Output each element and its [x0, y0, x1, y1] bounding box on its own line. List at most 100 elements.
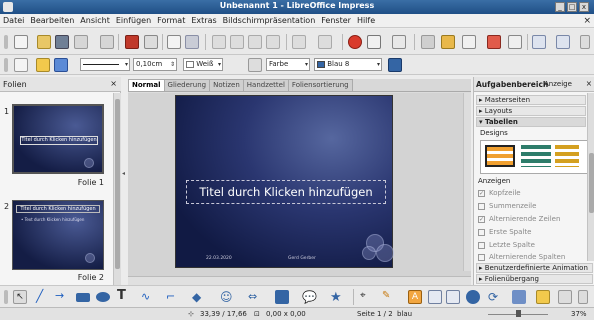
checkbox[interactable] [478, 254, 485, 261]
toolbar-overflow-icon[interactable] [580, 35, 590, 49]
slide-thumbnail-2[interactable]: Titel durch Klicken hinzufügen • Text du… [12, 200, 104, 270]
table-icon[interactable] [367, 35, 381, 49]
menu-bearbeiten[interactable]: Bearbeiten [27, 14, 77, 27]
rotate-icon[interactable]: ⟳ [488, 290, 502, 304]
minimize-button[interactable]: _ [555, 2, 565, 12]
rectangle-icon[interactable] [76, 293, 90, 302]
menu-hilfe[interactable]: Hilfe [354, 14, 378, 27]
scrollbar-thumb[interactable] [115, 99, 120, 269]
toolbar-overflow-icon[interactable] [578, 290, 588, 304]
close-pane-icon[interactable]: × [586, 79, 592, 88]
menu-datei[interactable]: Datei [0, 14, 27, 27]
image-icon[interactable] [392, 35, 406, 49]
grid-icon[interactable] [421, 35, 435, 49]
display-grid-icon[interactable] [508, 35, 522, 49]
chart-icon[interactable] [348, 35, 362, 49]
task-pane-view-menu[interactable]: Anzeige [544, 80, 572, 88]
block-arrows-icon[interactable]: ⇔ [248, 290, 262, 304]
option-summenzeile[interactable]: Summenzeile [478, 202, 590, 212]
shadow-tool-icon[interactable] [558, 290, 572, 304]
close-window-button[interactable]: x [579, 2, 589, 12]
line-tool-icon[interactable]: ╱ [36, 290, 50, 304]
option-alternierende-spalten[interactable]: Alternierende Spalten [478, 253, 590, 263]
option-letzte-spalte[interactable]: Letzte Spalte [478, 241, 590, 251]
align-icon[interactable] [512, 290, 526, 304]
option-alternierende-zeilen[interactable]: ✓ Alternierende Zeilen [478, 215, 590, 225]
option-kopfzeile[interactable]: ✓ Kopfzeile [478, 189, 590, 199]
line-width-field[interactable]: 0,10cm ⇕ [133, 58, 177, 71]
tab-foliensortierung[interactable]: Foliensortierung [287, 79, 353, 91]
maximize-button[interactable]: □ [567, 2, 577, 12]
text-tool-icon[interactable]: T [117, 289, 131, 303]
slides-scrollbar[interactable] [113, 93, 121, 285]
gallery-icon[interactable] [462, 35, 476, 49]
horizontal-scrollbar[interactable] [128, 276, 471, 285]
points-icon[interactable]: ⌖ [360, 290, 374, 304]
curve-icon[interactable]: ∿ [141, 290, 155, 304]
zoom-slider-handle[interactable] [516, 310, 521, 317]
spellcheck-icon[interactable] [167, 35, 181, 49]
select-cursor-icon[interactable]: ↖ [13, 290, 27, 304]
fill-color-select[interactable]: Blau 8 ▾ [314, 58, 382, 71]
section-tabellen[interactable]: ▾ Tabellen [476, 117, 586, 127]
task-pane-scrollbar[interactable] [587, 93, 594, 261]
fontwork-icon[interactable]: A [408, 290, 422, 304]
section-slide-transition[interactable]: ▸ Folienübergang [476, 274, 593, 284]
slide-layout-icon[interactable] [532, 35, 546, 49]
table-design-2[interactable] [521, 145, 551, 167]
arrange-icon[interactable] [536, 290, 550, 304]
menu-format[interactable]: Format [154, 14, 188, 27]
close-document-icon[interactable]: × [583, 16, 591, 26]
area-icon[interactable] [248, 58, 262, 72]
option-erste-spalte[interactable]: Erste Spalte [478, 228, 590, 238]
open-folder-icon[interactable] [37, 35, 51, 49]
styles-icon[interactable] [14, 58, 28, 72]
symbol-shapes-icon[interactable]: ☺ [220, 290, 234, 304]
menu-einfuegen[interactable]: Einfügen [113, 14, 154, 27]
table-design-3[interactable] [555, 145, 579, 167]
export-pdf-icon[interactable] [125, 35, 139, 49]
editing-scrollbar[interactable] [463, 93, 471, 271]
undo-icon[interactable] [292, 35, 306, 49]
gallery-tool-icon[interactable] [446, 290, 460, 304]
close-pane-icon[interactable]: × [110, 79, 117, 88]
copy-icon[interactable] [230, 35, 244, 49]
tab-handzettel[interactable]: Handzettel [242, 79, 289, 91]
stars-icon[interactable]: ★ [330, 290, 344, 305]
tab-normal[interactable]: Normal [128, 79, 165, 91]
help-icon[interactable] [487, 35, 501, 49]
glue-points-icon[interactable]: ✎ [382, 290, 396, 304]
line-style-select[interactable]: ▾ [80, 58, 130, 71]
current-slide[interactable]: Titel durch Klicken hinzufügen 22.03.202… [175, 95, 394, 268]
title-placeholder[interactable]: Titel durch Klicken hinzufügen [186, 180, 386, 204]
ellipse-icon[interactable] [96, 292, 110, 302]
menu-ansicht[interactable]: Ansicht [77, 14, 113, 27]
connector-icon[interactable]: ⌐ [166, 290, 180, 304]
collapse-left-pane-icon[interactable]: ◂ [122, 170, 126, 182]
cut-icon[interactable] [212, 35, 226, 49]
from-file-icon[interactable] [428, 290, 442, 304]
fill-type-select[interactable]: Farbe ▾ [266, 58, 310, 71]
line-color-select[interactable]: Weiß ▾ [183, 58, 223, 71]
arrow-line-icon[interactable]: → [55, 290, 69, 304]
new-slide-icon[interactable] [556, 35, 570, 49]
arrow-style-icon[interactable] [36, 58, 50, 72]
navigator-icon[interactable] [441, 35, 455, 49]
save-icon[interactable] [55, 35, 69, 49]
checkbox[interactable] [478, 229, 485, 236]
checkbox[interactable]: ✓ [478, 190, 485, 197]
paste-icon[interactable] [248, 35, 262, 49]
checkbox[interactable]: ✓ [478, 216, 485, 223]
section-layouts[interactable]: ▸ Layouts [476, 106, 586, 116]
flowchart-icon[interactable] [275, 290, 289, 304]
table-design-1[interactable] [485, 145, 515, 167]
print-icon[interactable] [144, 35, 158, 49]
clone-formatting-icon[interactable] [266, 35, 280, 49]
checkbox[interactable] [478, 203, 485, 210]
menu-bildschirmpraesentation[interactable]: Bildschirmpräsentation [220, 14, 319, 27]
basic-shapes-icon[interactable]: ◆ [192, 290, 206, 304]
checkbox[interactable] [478, 242, 485, 249]
section-custom-animation[interactable]: ▸ Benutzerdefinierte Animation [476, 263, 593, 273]
tab-notizen[interactable]: Notizen [209, 79, 244, 91]
new-document-icon[interactable] [14, 35, 28, 49]
